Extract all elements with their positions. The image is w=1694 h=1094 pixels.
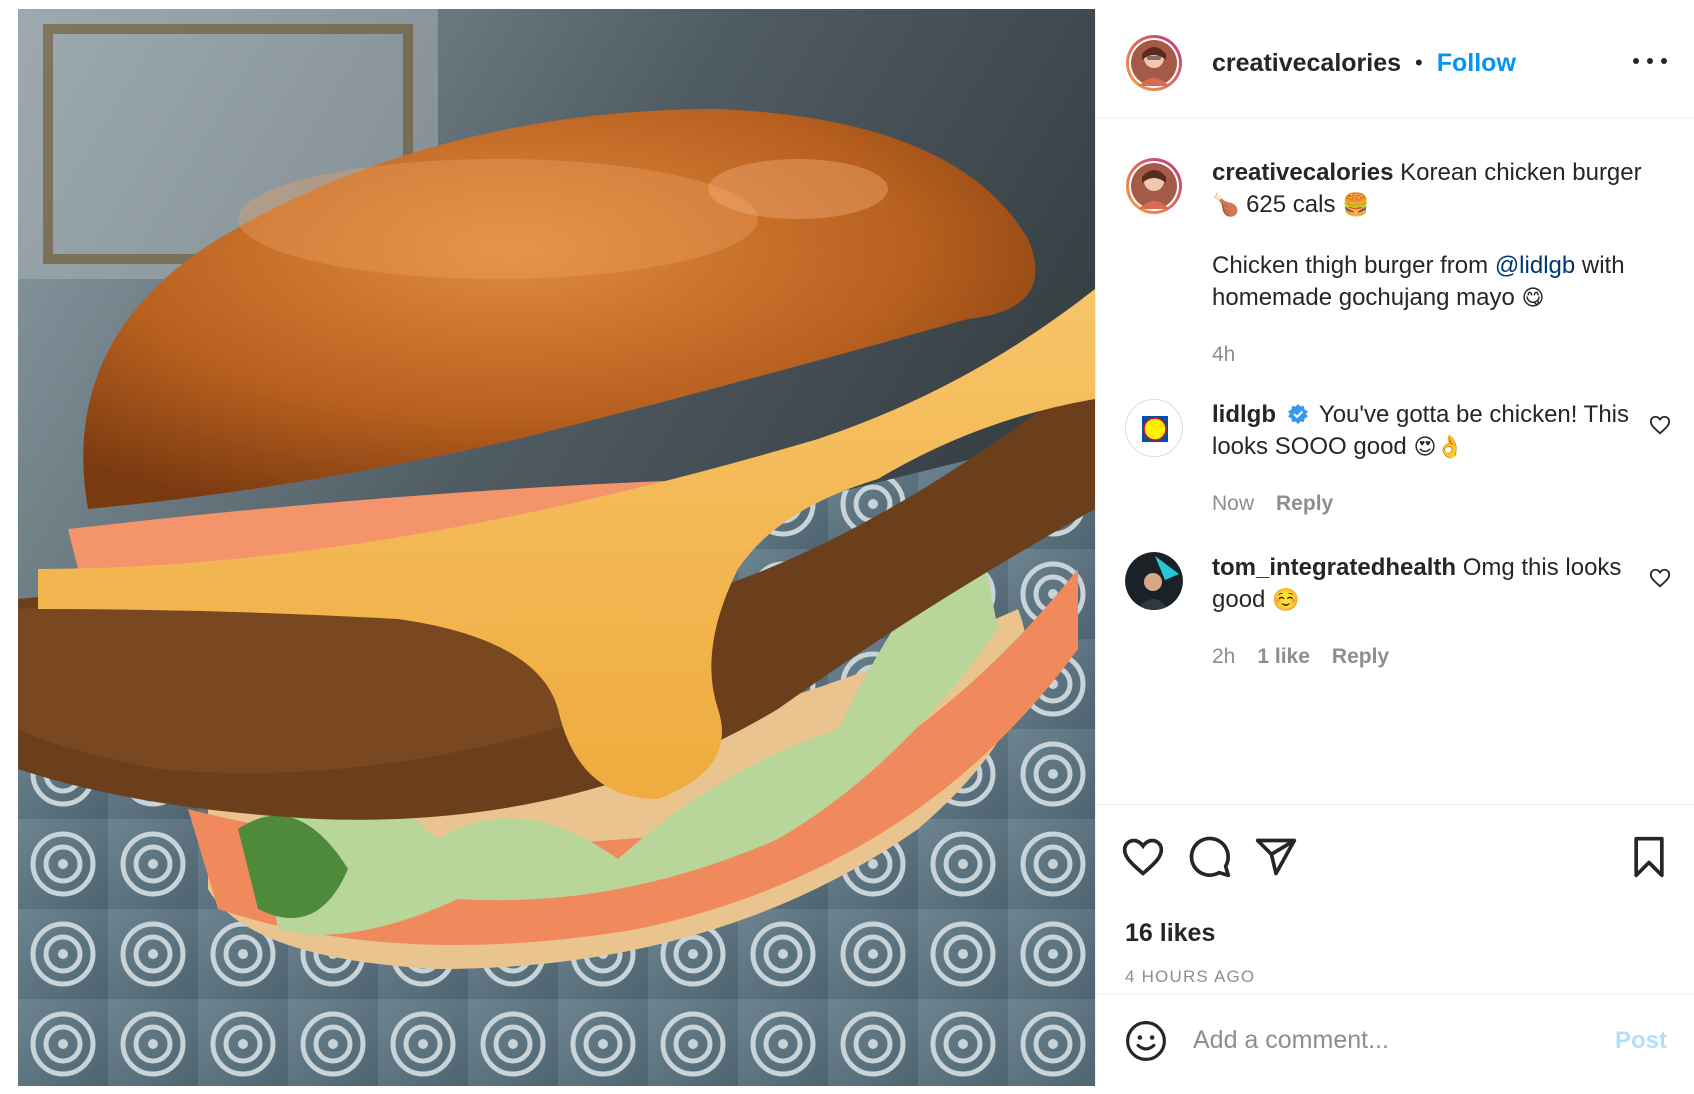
caption: creativecalories Korean chicken burger 🍗… [1125,157,1685,377]
comment-body: lidlgb You've gotta be chicken! This loo… [1212,399,1652,520]
comment-icon[interactable] [1188,835,1232,879]
avatar-image [1125,552,1183,610]
caption-time[interactable]: 4h [1212,339,1235,371]
comment-body: tom_integratedhealth Omg this looks good… [1212,552,1652,673]
comment-meta: Now Reply [1212,488,1652,520]
post-header: creativecalories • Follow [1096,9,1694,118]
drumstick-emoji: 🍗 [1212,193,1240,218]
yum-emoji: 😋 [1521,286,1545,311]
verified-badge-icon [1287,404,1308,424]
comment-meta: 2h 1 like Reply [1212,641,1652,673]
caption-username[interactable]: creativecalories [1212,159,1393,186]
comment-time[interactable]: 2h [1212,641,1235,673]
caption-line-2: Chicken thigh burger from @lidlgb with h… [1212,250,1652,315]
caption-calories: 625 cals [1246,191,1336,218]
caption-avatar[interactable] [1125,157,1183,215]
reply-button[interactable]: Reply [1332,641,1389,673]
follow-button[interactable]: Follow [1437,49,1516,78]
burger-emoji: 🍔 [1342,193,1370,218]
burger-photo-illustration [18,9,1095,1086]
smiley-icon[interactable] [1125,1020,1167,1062]
caption-body: creativecalories Korean chicken burger 🍗… [1212,157,1652,371]
bookmark-icon[interactable] [1627,835,1671,879]
comment-emoji: ☺️ [1272,588,1300,613]
send-icon[interactable] [1254,835,1298,879]
comment-username[interactable]: lidlgb [1212,401,1276,428]
comment-input[interactable] [1193,1020,1593,1061]
lidl-logo-icon [1126,400,1182,456]
comment-item: tom_integratedhealth Omg this looks good… [1125,552,1685,692]
caption-mention[interactable]: @lidlgb [1495,252,1575,279]
comments-list: creativecalories Korean chicken burger 🍗… [1096,119,1694,804]
header-separator: • [1415,50,1423,75]
reply-button[interactable]: Reply [1276,488,1333,520]
caption-meta: 4h [1212,339,1652,371]
author-avatar[interactable] [1125,34,1183,92]
comment-item: lidlgb You've gotta be chicken! This loo… [1125,399,1685,539]
more-horizontal-icon[interactable] [1633,49,1667,73]
caption-desc: Chicken thigh burger from [1212,252,1489,279]
post-comment-button[interactable]: Post [1615,1027,1667,1055]
post-photo[interactable] [18,9,1095,1086]
comment-like-heart-icon[interactable] [1649,414,1671,436]
instagram-post-modal: creativecalories • Follow creativecalori… [0,0,1694,1094]
comment-username[interactable]: tom_integratedhealth [1212,554,1456,581]
post-timestamp[interactable]: 4 HOURS AGO [1125,967,1255,987]
header-username[interactable]: creativecalories [1212,49,1401,78]
caption-title: Korean chicken burger [1400,159,1642,186]
avatar-image [1126,35,1182,91]
comment-emoji: 😍👌 [1413,435,1464,460]
comment-time[interactable]: Now [1212,488,1254,520]
comment-like-heart-icon[interactable] [1649,567,1671,589]
post-actions: 16 likes 4 HOURS AGO [1096,804,1694,994]
comment-avatar-tom[interactable] [1125,552,1183,610]
post-side-panel: creativecalories • Follow creativecalori… [1095,9,1694,1086]
comment-avatar-lidlgb[interactable] [1125,399,1183,457]
add-comment-bar: Post [1096,994,1694,1086]
caption-line-1: creativecalories Korean chicken burger 🍗… [1212,157,1652,222]
likes-count[interactable]: 16 likes [1125,919,1215,948]
heart-icon[interactable] [1121,835,1165,879]
comment-likes-count[interactable]: 1 like [1257,641,1310,673]
avatar-image [1126,158,1182,214]
